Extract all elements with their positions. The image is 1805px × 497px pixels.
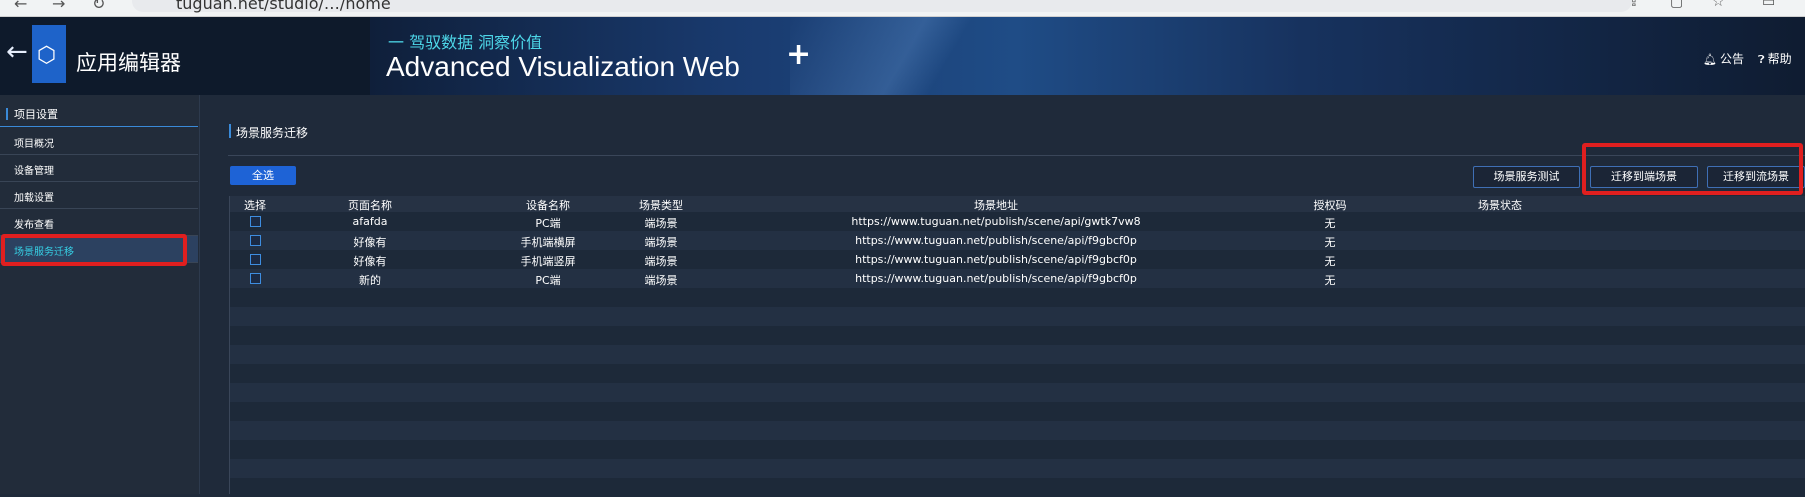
bookmark-star-icon[interactable]: ☆ <box>1712 0 1725 10</box>
cell-auth-code: 无 <box>1324 236 1336 249</box>
banner-subtitle: 一 驾驭数据 洞察价值 <box>388 33 543 52</box>
scene-table: 选择 页面名称 设备名称 场景类型 场景地址 授权码 场景状态 afafda P… <box>229 196 1805 497</box>
notice-label: 公告 <box>1719 52 1744 66</box>
select-all-button[interactable]: 全选 <box>230 166 296 185</box>
browser-back-icon[interactable]: ← <box>14 0 27 13</box>
row-checkbox[interactable] <box>250 254 261 265</box>
sidebar-item-publish-view[interactable]: 发布查看 <box>0 209 198 236</box>
empty-row <box>230 459 1805 478</box>
share-icon[interactable]: ⇪ <box>1628 0 1640 10</box>
sidebar-item-label: 发布查看 <box>14 220 54 231</box>
help-button[interactable]: ❓︎ 帮助 <box>1758 50 1792 67</box>
cell-scene-url: https://www.tuguan.net/publish/scene/api… <box>855 253 1137 266</box>
notice-button[interactable]: 🔔︎ 公告 <box>1703 50 1744 67</box>
cell-device-name: 手机端横屏 <box>520 236 576 249</box>
table-row[interactable]: 好像有 手机端竖屏 端场景 https://www.tuguan.net/pub… <box>230 250 1805 269</box>
sidebar-group-label: 项目设置 <box>14 108 58 121</box>
window-icon[interactable]: ▭ <box>1762 0 1775 10</box>
cell-scene-url: https://www.tuguan.net/publish/scene/api… <box>855 234 1137 247</box>
highlight-box-sidebar <box>1 234 187 266</box>
cube-logo-icon: ⬡ <box>37 43 57 68</box>
empty-row <box>230 345 1805 364</box>
main-panel: 场景服务迁移 全选 场景服务测试 迁移到端场景 迁移到流场景 选择 页面名称 设… <box>200 95 1805 497</box>
bell-icon: 🔔︎ <box>1703 53 1717 66</box>
sidebar-item-device-management[interactable]: 设备管理 <box>0 155 198 182</box>
empty-row <box>230 307 1805 326</box>
column-header-device-name: 设备名称 <box>526 199 570 212</box>
cell-scene-url: https://www.tuguan.net/publish/scene/api… <box>855 272 1137 285</box>
cell-device-name: 手机端竖屏 <box>520 255 576 268</box>
banner-title: Advanced Visualization Web <box>386 51 740 82</box>
cell-auth-code: 无 <box>1324 274 1336 287</box>
empty-row <box>230 478 1805 497</box>
cell-scene-type: 端场景 <box>644 255 678 268</box>
browser-forward-icon[interactable]: → <box>52 0 65 13</box>
sidebar: 项目设置 项目概况 设备管理 加载设置 发布查看 场景服务迁移 <box>0 95 200 494</box>
cell-page-name: 好像有 <box>353 236 387 249</box>
empty-row <box>230 326 1805 345</box>
section-accent-bar <box>229 124 231 138</box>
empty-row <box>230 383 1805 402</box>
column-header-scene-status: 场景状态 <box>1478 199 1522 212</box>
empty-row <box>230 364 1805 383</box>
cell-device-name: PC端 <box>535 217 561 230</box>
browser-reload-icon[interactable]: ↻ <box>92 0 105 13</box>
section-title-text: 场景服务迁移 <box>236 126 309 140</box>
cell-scene-url: https://www.tuguan.net/publish/scene/api… <box>851 215 1141 228</box>
empty-row <box>230 402 1805 421</box>
section-title: 场景服务迁移 <box>229 124 309 141</box>
browser-toolbar: ← → ↻ tuguan.net/studio/…/home ⇪ ▢ ☆ ▭ <box>0 0 1805 17</box>
empty-row <box>230 440 1805 459</box>
cell-scene-type: 端场景 <box>644 236 678 249</box>
column-header-page-name: 页面名称 <box>348 199 392 212</box>
column-header-auth-code: 授权码 <box>1313 199 1347 212</box>
empty-row <box>230 288 1805 307</box>
highlight-box-migrate-buttons <box>1582 143 1803 195</box>
sidebar-item-project-overview[interactable]: 项目概况 <box>0 128 198 155</box>
extension-icon[interactable]: ▢ <box>1670 0 1683 10</box>
column-header-scene-type: 场景类型 <box>639 199 683 212</box>
cell-device-name: PC端 <box>535 274 561 287</box>
cell-scene-type: 端场景 <box>644 217 678 230</box>
help-label: 帮助 <box>1767 52 1792 66</box>
cell-scene-type: 端场景 <box>644 274 678 287</box>
sparkle-cross-icon: + <box>786 37 812 72</box>
cell-page-name: 新的 <box>359 274 381 287</box>
sidebar-group-project-settings[interactable]: 项目设置 <box>0 99 198 127</box>
cell-auth-code: 无 <box>1324 217 1336 230</box>
app-title: 应用编辑器 <box>76 51 181 75</box>
app-header: ← ⬡ 应用编辑器 一 驾驭数据 洞察价值 Advanced Visualiza… <box>0 17 1805 95</box>
column-header-scene-url: 场景地址 <box>974 199 1018 212</box>
row-checkbox[interactable] <box>250 273 261 284</box>
arrow-left-icon[interactable]: ← <box>6 37 28 67</box>
table-row[interactable]: 好像有 手机端横屏 端场景 https://www.tuguan.net/pub… <box>230 231 1805 250</box>
group-accent-bar <box>6 108 8 120</box>
cell-auth-code: 无 <box>1324 255 1336 268</box>
sidebar-item-label: 项目概况 <box>14 139 54 150</box>
row-checkbox[interactable] <box>250 216 261 227</box>
column-header-select: 选择 <box>244 199 266 212</box>
sidebar-item-label: 设备管理 <box>14 166 54 177</box>
table-row[interactable]: afafda PC端 端场景 https://www.tuguan.net/pu… <box>230 212 1805 231</box>
row-checkbox[interactable] <box>250 235 261 246</box>
section-divider <box>228 155 1805 156</box>
sidebar-item-label: 加载设置 <box>14 193 54 204</box>
cell-page-name: 好像有 <box>353 255 387 268</box>
address-bar-url[interactable]: tuguan.net/studio/…/home <box>176 0 391 13</box>
empty-row <box>230 421 1805 440</box>
scene-service-test-button[interactable]: 场景服务测试 <box>1473 166 1580 188</box>
cell-page-name: afafda <box>352 215 388 228</box>
table-row[interactable]: 新的 PC端 端场景 https://www.tuguan.net/publis… <box>230 269 1805 288</box>
table-header: 选择 页面名称 设备名称 场景类型 场景地址 授权码 场景状态 <box>230 196 1805 212</box>
sidebar-item-load-settings[interactable]: 加载设置 <box>0 182 198 209</box>
help-circle-icon: ❓︎ <box>1758 53 1765 66</box>
